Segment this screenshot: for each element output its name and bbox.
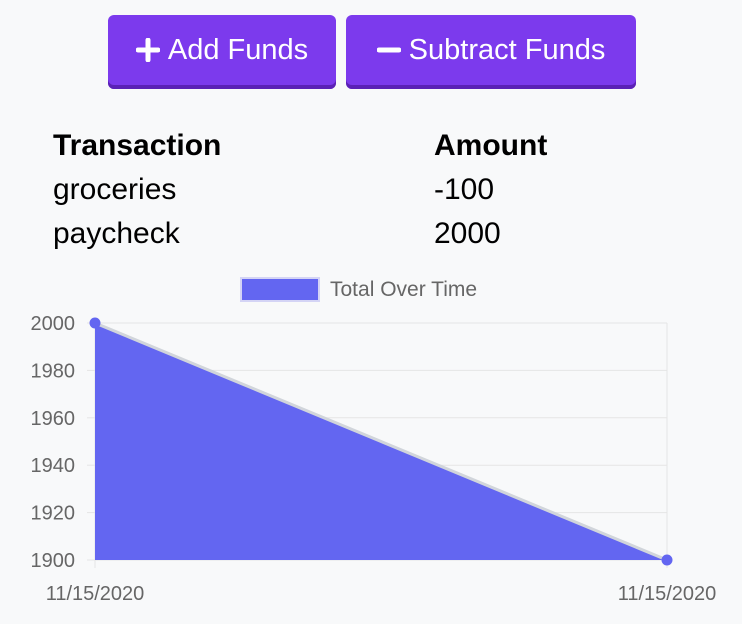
- y-tick-label: 1980: [31, 360, 76, 382]
- y-tick-label: 1940: [31, 455, 76, 477]
- subtract-funds-button[interactable]: Subtract Funds: [346, 15, 636, 89]
- area-chart: 1900 1920 1940 1960 1980 2000 11/15/2020 11/15/…: [31, 313, 717, 605]
- plus-icon: [135, 38, 160, 62]
- header-amount: Amount: [434, 129, 548, 162]
- legend-swatch: [240, 277, 320, 302]
- data-point: [89, 317, 101, 329]
- data-point: [661, 554, 673, 566]
- y-tick-label: 2000: [31, 313, 76, 335]
- x-tick-label: 11/15/2020: [618, 583, 717, 605]
- transaction-name: groceries: [53, 173, 177, 206]
- y-tick-label: 1900: [31, 550, 76, 572]
- transaction-amount: -100: [434, 173, 495, 206]
- legend-label: Total Over Time: [330, 277, 478, 301]
- transaction-amount: 2000: [434, 217, 501, 250]
- transaction-name: paycheck: [53, 217, 180, 250]
- chart-legend[interactable]: Total Over Time: [240, 277, 477, 302]
- x-tick-label: 11/15/2020: [46, 583, 145, 605]
- add-funds-label: Add Funds: [167, 33, 309, 66]
- add-funds-button[interactable]: Add Funds: [108, 15, 336, 89]
- minus-icon: [376, 47, 401, 53]
- subtract-funds-label: Subtract Funds: [408, 33, 606, 66]
- y-tick-label: 1920: [31, 503, 76, 525]
- header-transaction: Transaction: [53, 129, 222, 162]
- y-tick-label: 1960: [31, 408, 76, 430]
